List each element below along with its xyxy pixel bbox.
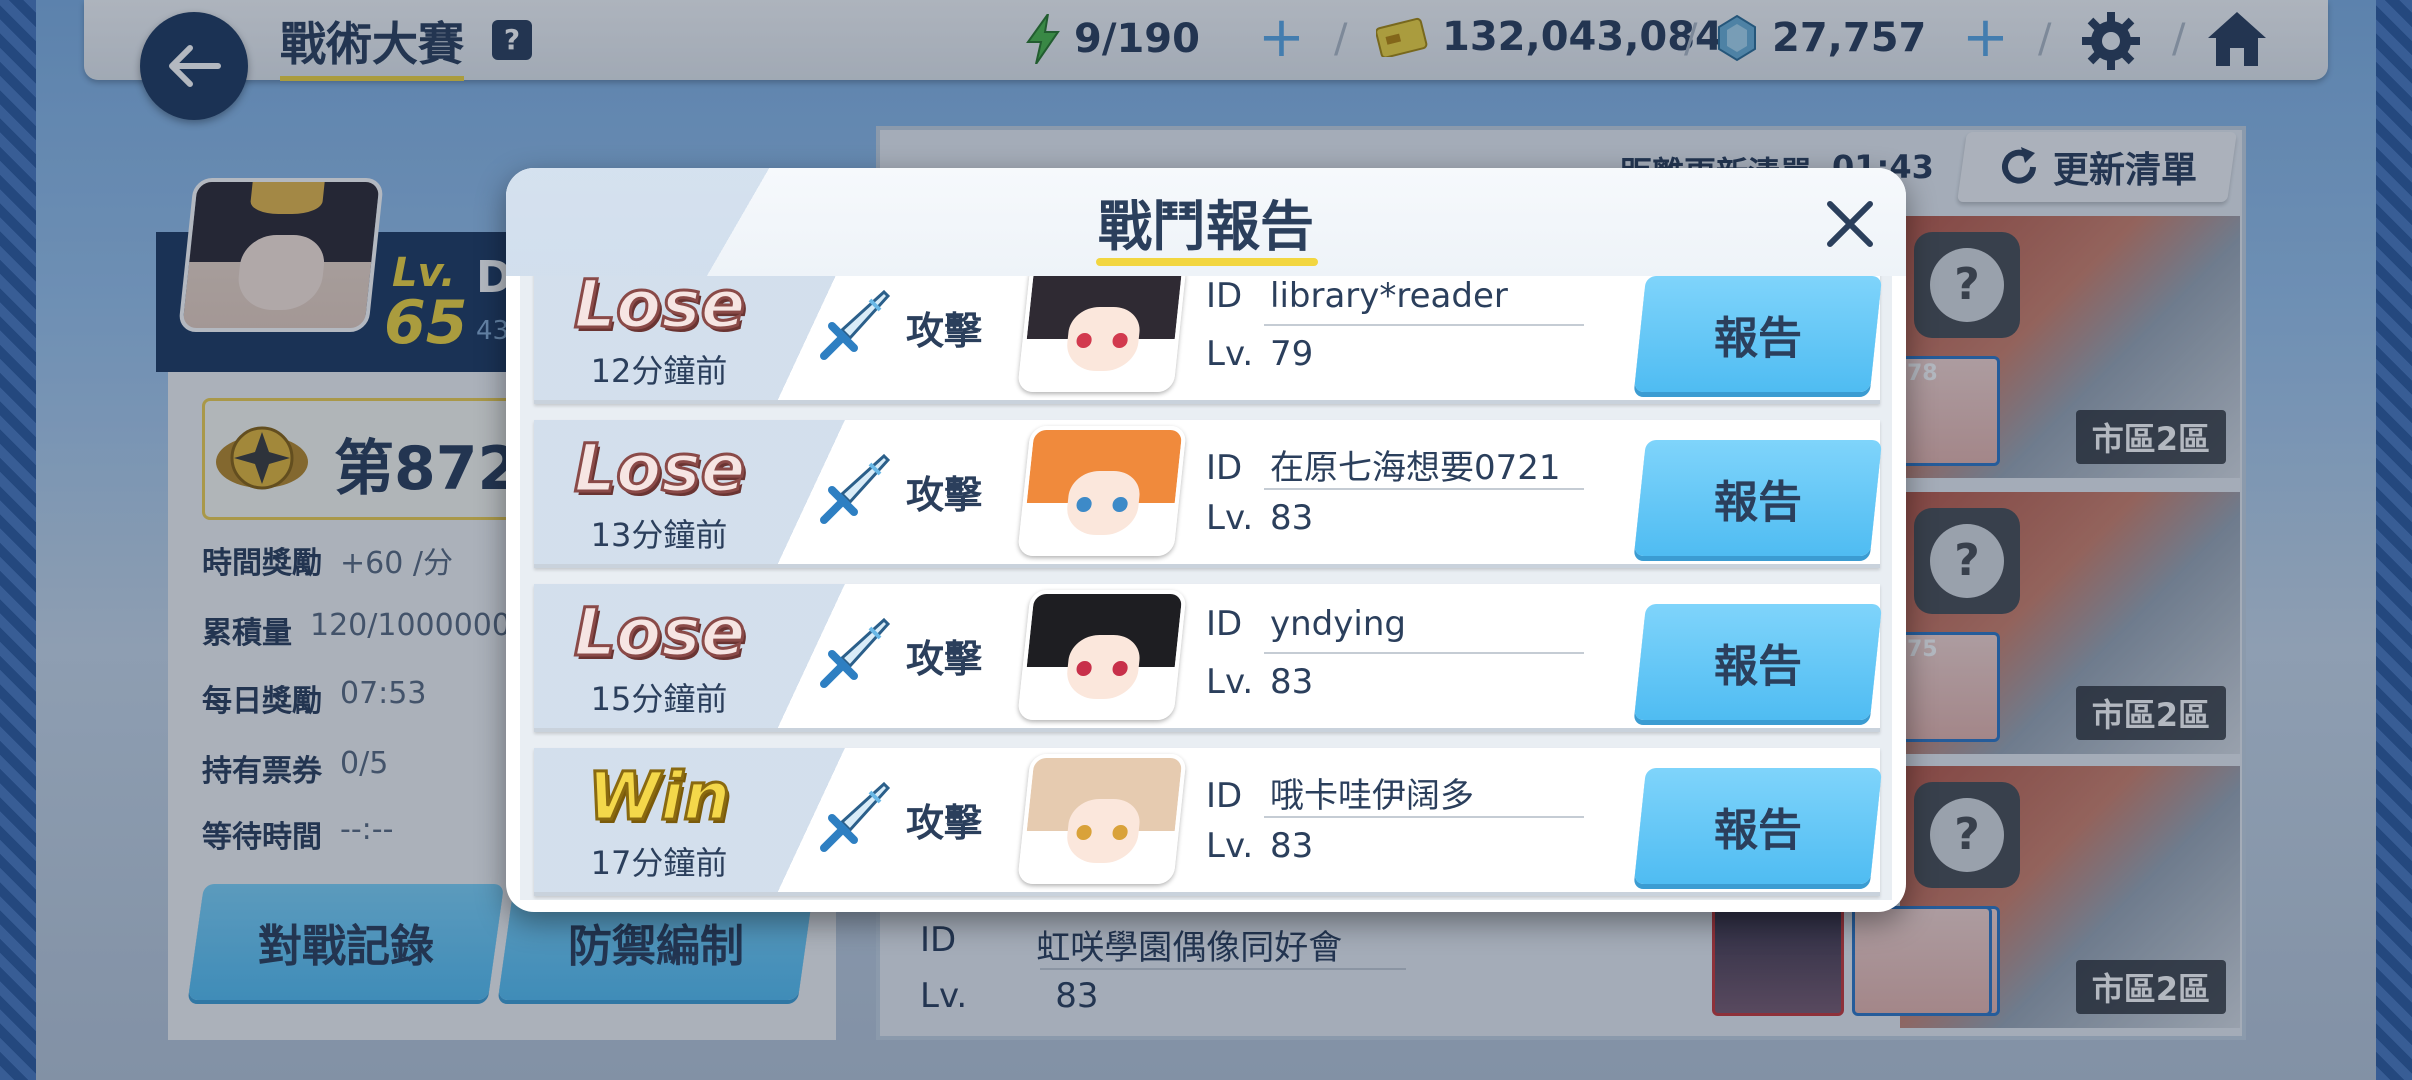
- opponent-portrait: [1017, 754, 1187, 884]
- action-label: 攻擊: [906, 309, 983, 353]
- report-button-label: 報告: [1714, 313, 1802, 364]
- lv-value: 83: [1270, 498, 1314, 538]
- report-row-3: Lose 15分鐘前 攻擊 ID yndying Lv. 83 報告: [534, 584, 1883, 732]
- lv-field: Lv. 83: [1206, 826, 1313, 866]
- opponent-portrait: [1017, 590, 1187, 720]
- result-label: Lose: [573, 594, 747, 671]
- id-label: ID: [1206, 604, 1243, 644]
- id-field: ID 在原七海想要0721: [1206, 440, 1561, 489]
- time-ago: 17分鐘前: [590, 844, 728, 882]
- report-button-label: 報告: [1714, 477, 1802, 528]
- lv-label: Lv.: [1206, 334, 1254, 374]
- title-underline: [1096, 258, 1318, 266]
- lv-label: Lv.: [1206, 662, 1254, 702]
- close-icon: [1827, 201, 1873, 247]
- modal-title: 戰鬥報告: [1098, 195, 1314, 258]
- action-label: 攻擊: [906, 473, 983, 517]
- report-button-label: 報告: [1714, 641, 1802, 692]
- sword-icon: [820, 289, 891, 360]
- divider: [1264, 488, 1584, 490]
- id-field: ID 哦卡哇伊阔多: [1206, 768, 1474, 817]
- action-label: 攻擊: [906, 637, 983, 681]
- result-label: Lose: [573, 276, 747, 343]
- opponent-portrait: [1017, 276, 1187, 392]
- battle-report-modal: 戰鬥報告 Lose 12分鐘前 攻擊 ID library*reader Lv. 7…: [506, 168, 1906, 912]
- result-label: Win: [586, 758, 731, 835]
- id-value: 哦卡哇伊阔多: [1270, 776, 1474, 816]
- opponent-portrait: [1017, 426, 1187, 556]
- id-label: ID: [1206, 276, 1243, 316]
- lv-value: 83: [1270, 826, 1314, 866]
- id-field: ID yndying: [1206, 604, 1406, 644]
- divider: [1264, 816, 1584, 818]
- lv-value: 79: [1270, 334, 1314, 374]
- lv-field: Lv. 83: [1206, 498, 1313, 538]
- id-value: yndying: [1270, 604, 1406, 644]
- id-label: ID: [1206, 776, 1243, 816]
- id-value: 在原七海想要0721: [1270, 448, 1561, 488]
- report-button[interactable]: 報告: [1633, 276, 1883, 392]
- report-button-label: 報告: [1714, 805, 1802, 856]
- id-label: ID: [1206, 448, 1243, 488]
- id-value: library*reader: [1270, 276, 1508, 316]
- sword-icon: [820, 617, 891, 688]
- time-ago: 15分鐘前: [590, 680, 728, 718]
- report-row-2: Lose 13分鐘前 攻擊 ID 在原七海想要0721 Lv. 83 報告: [534, 420, 1883, 568]
- lv-field: Lv. 79: [1206, 334, 1313, 374]
- sword-icon: [820, 781, 891, 852]
- result-label: Lose: [573, 430, 747, 507]
- lv-label: Lv.: [1206, 498, 1254, 538]
- divider: [1264, 324, 1584, 326]
- action-label: 攻擊: [906, 801, 983, 845]
- time-ago: 13分鐘前: [590, 516, 728, 554]
- divider: [1264, 652, 1584, 654]
- report-button[interactable]: 報告: [1633, 604, 1883, 720]
- report-list[interactable]: Lose 12分鐘前 攻擊 ID library*reader Lv. 79 報告 …: [520, 276, 1892, 900]
- report-row-1: Lose 12分鐘前 攻擊 ID library*reader Lv. 79 報告: [534, 276, 1883, 404]
- report-row-4: Win 17分鐘前 攻擊 ID 哦卡哇伊阔多 Lv. 83 報告: [534, 748, 1883, 896]
- report-button[interactable]: 報告: [1633, 768, 1883, 884]
- report-button[interactable]: 報告: [1633, 440, 1883, 556]
- close-button[interactable]: [1818, 192, 1882, 256]
- time-ago: 12分鐘前: [590, 352, 728, 390]
- lv-value: 83: [1270, 662, 1314, 702]
- lv-label: Lv.: [1206, 826, 1254, 866]
- lv-field: Lv. 83: [1206, 662, 1313, 702]
- sword-icon: [820, 453, 891, 524]
- id-field: ID library*reader: [1206, 276, 1508, 316]
